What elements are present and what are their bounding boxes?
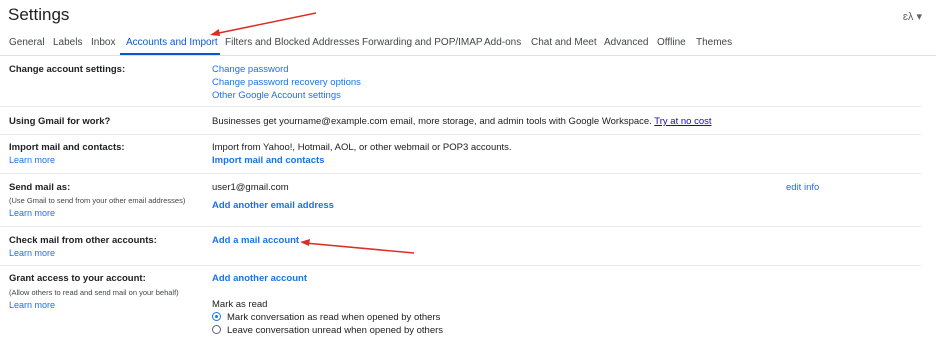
annotation-arrows bbox=[210, 12, 415, 254]
arrow-to-accounts-tab bbox=[210, 12, 317, 36]
arrow-to-add-mail-account bbox=[300, 239, 415, 254]
settings-page: Settings ɛλ ▾ General Labels Inbox Accou… bbox=[0, 0, 936, 345]
